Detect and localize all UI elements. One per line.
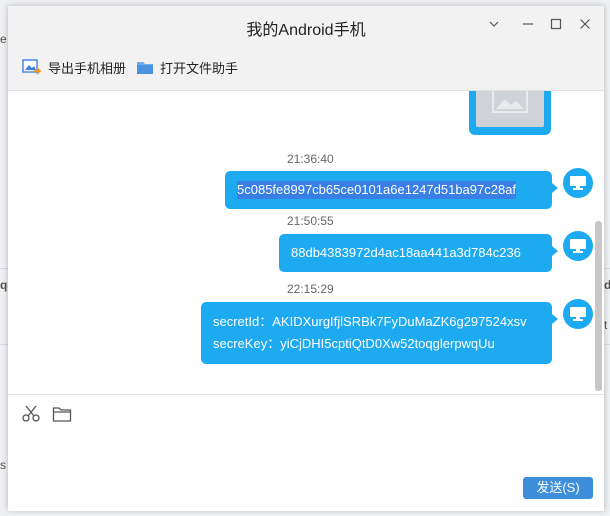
image-placeholder [476,91,544,127]
image-export-icon [22,59,42,75]
export-album-label: 导出手机相册 [48,60,127,76]
bubble-tail [552,246,558,256]
message-text: secreKey：yiCjDHI5cptiQtD0Xw52toqglerpwqU… [213,336,495,351]
chat-window: 我的Android手机 导出手机相册 打开文件助手 21:36:40 5c085… [8,6,604,511]
bg-fragment-e: e [0,32,7,46]
bg-fragment-d: d [604,278,610,292]
input-area[interactable]: 发送(S) [8,394,604,511]
sender-avatar[interactable] [563,168,593,198]
window-title: 我的Android手机 [246,22,366,39]
scissors-icon[interactable] [21,405,41,428]
minimize-icon[interactable] [519,16,537,34]
message-text: 5c085fe8997cb65ce0101a6e1247d51ba97c28af [237,181,517,199]
message-text: 88db4383972d4ac18aa441a3d784c236 [291,245,521,260]
message-text: secretId：AKIDXurgIfjlSRBk7FyDuMaZK6g2975… [213,314,527,329]
image-icon [492,91,528,113]
monitor-icon [570,239,586,253]
toolbar: 导出手机相册 打开文件助手 [8,44,604,91]
scrollbar-thumb[interactable] [595,221,602,391]
bg-fragment-s: s [0,458,6,472]
message-list[interactable]: 21:36:40 5c085fe8997cb65ce0101a6e1247d51… [8,91,604,394]
open-file-helper-button[interactable]: 打开文件助手 [136,57,238,77]
message-timestamp: 21:36:40 [287,152,334,166]
monitor-icon [570,176,586,190]
message-bubble[interactable]: 5c085fe8997cb65ce0101a6e1247d51ba97c28af [225,171,558,209]
bubble-tail [552,183,558,193]
maximize-icon[interactable] [547,16,565,34]
sender-avatar[interactable] [563,299,593,329]
message-timestamp: 21:50:55 [287,214,334,228]
chevron-down-icon[interactable] [485,16,503,34]
message-bubble[interactable]: secretId：AKIDXurgIfjlSRBk7FyDuMaZK6g2975… [201,302,558,364]
file-folder-icon[interactable] [52,405,72,428]
title-bar: 我的Android手机 [8,6,604,44]
bg-fragment-q: q [0,278,8,292]
send-button[interactable]: 发送(S) [523,477,593,499]
sender-avatar[interactable] [563,231,593,261]
close-icon[interactable] [576,16,594,34]
bubble-tail [552,314,558,324]
export-album-button[interactable]: 导出手机相册 [22,57,126,77]
message-timestamp: 22:15:29 [287,282,334,296]
message-bubble[interactable]: 88db4383972d4ac18aa441a3d784c236 [279,234,558,272]
bg-fragment-t: t [604,318,608,332]
image-message[interactable] [469,91,551,135]
monitor-icon [570,307,586,321]
open-file-helper-label: 打开文件助手 [160,60,239,76]
folder-icon [137,62,153,74]
